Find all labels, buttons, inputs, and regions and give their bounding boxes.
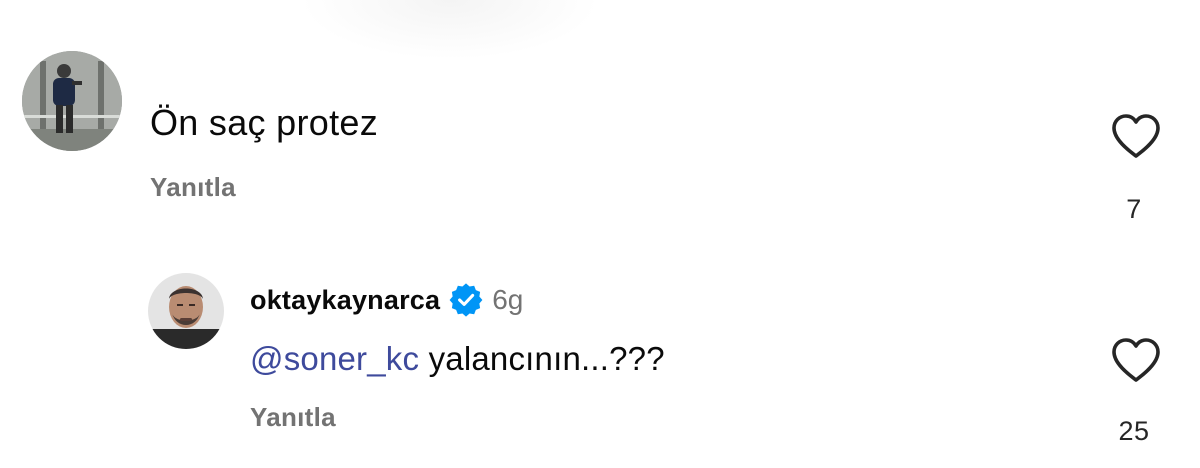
comment-text-content: yalancının...??? [419,340,665,377]
like-button[interactable] [1110,336,1162,384]
avatar[interactable] [148,273,224,349]
background-fade [300,0,600,60]
comment-header: oktaykaynarca 6g [250,283,523,317]
like-count: 25 [1118,416,1150,446]
avatar[interactable] [22,51,122,151]
heart-outline-icon [1112,114,1160,158]
comment-text: Ön saç protez [150,102,379,143]
reply-button[interactable]: Yanıtla [150,172,236,203]
like-count: 7 [1126,194,1142,224]
verified-badge-icon [449,283,483,317]
avatar-image [148,273,224,349]
avatar-image [22,51,122,151]
username-link[interactable]: oktaykaynarca [250,285,440,316]
comment-timestamp: 6g [492,284,524,315]
mention-link[interactable]: @soner_kc [250,340,419,377]
comment-text: @soner_kc yalancının...??? [250,337,665,381]
like-button[interactable] [1110,112,1162,160]
reply-button[interactable]: Yanıtla [250,402,336,433]
heart-outline-icon [1112,338,1160,382]
